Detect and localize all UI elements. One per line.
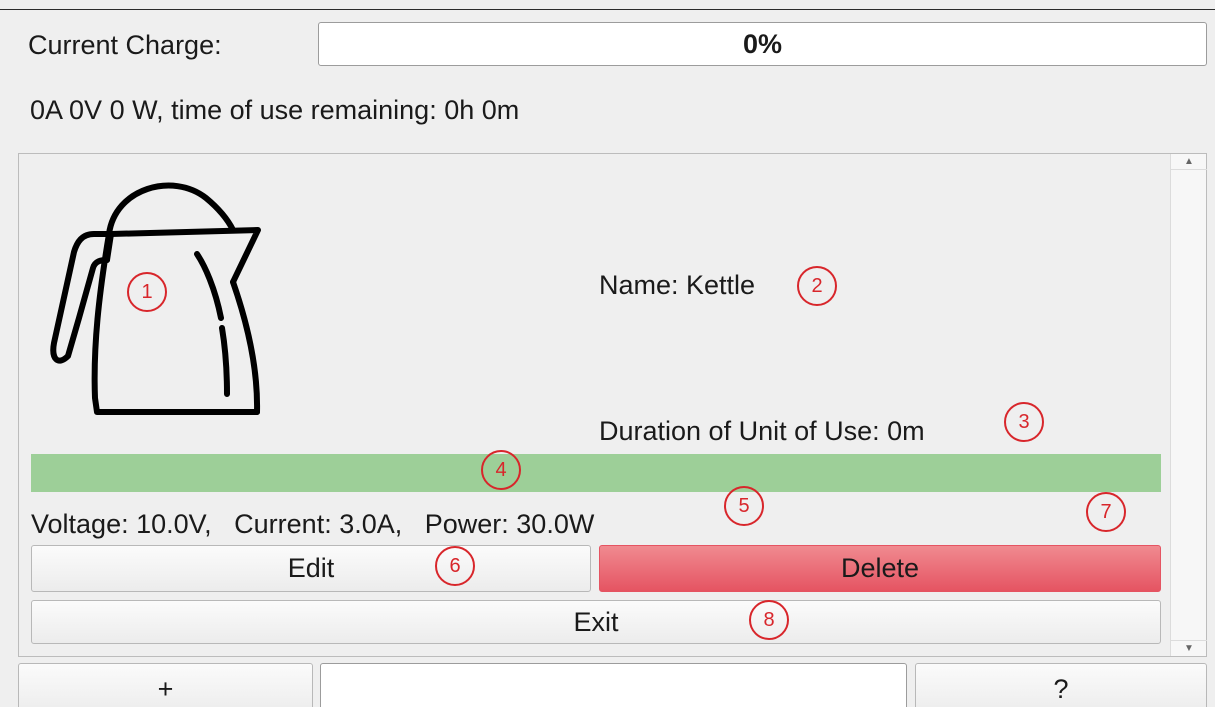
device-panel[interactable]: 1 Name: Kettle 2 Duration of Unit of Use… bbox=[18, 153, 1207, 657]
exit-button[interactable]: Exit bbox=[31, 600, 1161, 644]
scroll-up-icon[interactable]: ▲ bbox=[1171, 154, 1207, 170]
device-search-input[interactable] bbox=[320, 663, 907, 707]
charge-percent: 0% bbox=[742, 28, 783, 59]
charge-label: Current Charge: bbox=[28, 30, 222, 60]
usage-bar bbox=[31, 454, 1161, 492]
unit-duration: Duration of Unit of Use: 0m bbox=[599, 416, 925, 446]
annotation-marker-3: 3 bbox=[1004, 402, 1044, 442]
help-button[interactable]: ? bbox=[915, 663, 1207, 707]
annotation-marker-6: 6 bbox=[435, 546, 475, 586]
annotation-marker-4: 4 bbox=[481, 450, 521, 490]
edit-button[interactable]: Edit bbox=[31, 545, 591, 592]
annotation-marker-1: 1 bbox=[127, 272, 167, 312]
add-device-button[interactable]: + bbox=[18, 663, 313, 707]
top-divider bbox=[0, 9, 1215, 10]
panel-scrollbar[interactable]: ▲ ▼ bbox=[1170, 154, 1207, 656]
device-name: Name: Kettle bbox=[599, 270, 756, 300]
scroll-down-icon[interactable]: ▼ bbox=[1171, 640, 1207, 656]
device-specs: Voltage: 10.0V, Current: 3.0A, Power: 30… bbox=[31, 509, 595, 539]
annotation-marker-7: 7 bbox=[1086, 492, 1126, 532]
annotation-marker-2: 2 bbox=[797, 266, 837, 306]
power-status-line: 0A 0V 0 W, time of use remaining: 0h 0m bbox=[30, 95, 520, 125]
delete-button[interactable]: Delete bbox=[599, 545, 1161, 592]
charge-progress-bar: 0% bbox=[318, 22, 1207, 66]
annotation-marker-5: 5 bbox=[724, 486, 764, 526]
annotation-marker-8: 8 bbox=[749, 600, 789, 640]
